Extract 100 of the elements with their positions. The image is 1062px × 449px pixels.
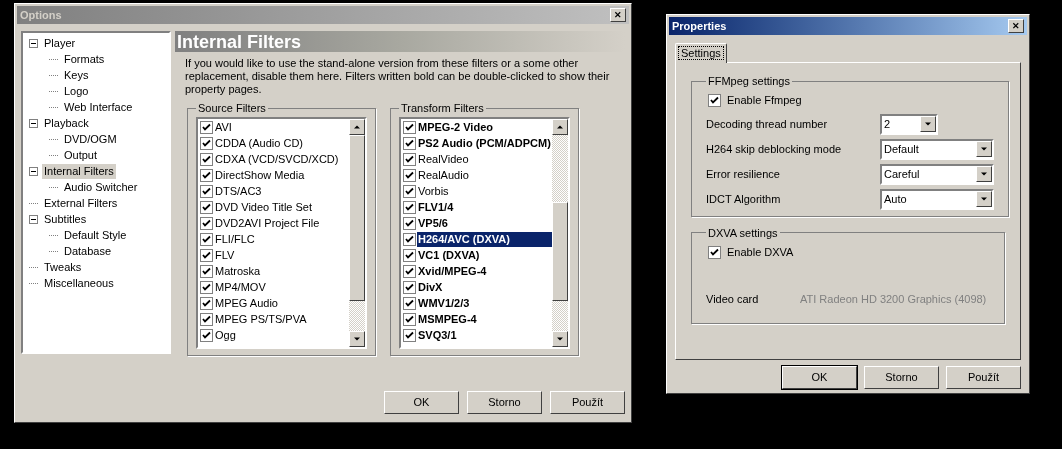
tree-item[interactable]: Playback: [42, 115, 91, 131]
filter-item[interactable]: DirectShow Media: [214, 168, 349, 183]
checkbox[interactable]: [200, 153, 213, 166]
filter-item[interactable]: RealVideo: [417, 152, 552, 167]
tree-item[interactable]: Tweaks: [42, 259, 84, 275]
up-arrow-icon: [556, 123, 564, 130]
dropdown-value: Careful: [883, 166, 921, 182]
dialog-button[interactable]: Storno: [864, 366, 939, 389]
checkbox[interactable]: [403, 249, 416, 262]
scrollbar-thumb[interactable]: [552, 202, 568, 302]
tree-item[interactable]: Subtitles: [42, 211, 89, 227]
checkbox[interactable]: [403, 201, 416, 214]
dropdown-button[interactable]: [976, 141, 992, 157]
filter-item[interactable]: H264/AVC (DXVA): [417, 232, 552, 247]
filter-item[interactable]: MPEG PS/TS/PVA: [214, 312, 349, 327]
dialog-button[interactable]: Storno: [467, 391, 542, 414]
filter-item[interactable]: Vorbis: [417, 184, 552, 199]
filter-item[interactable]: FLV1/4: [417, 200, 552, 215]
tree-item[interactable]: Audio Switcher: [62, 179, 140, 195]
filter-item[interactable]: VP5/6: [417, 216, 552, 231]
filter-item[interactable]: DTS/AC3: [214, 184, 349, 199]
tree-item[interactable]: Default Style: [62, 227, 129, 243]
checkbox[interactable]: [200, 297, 213, 310]
checkbox[interactable]: [200, 121, 213, 134]
dropdown-button[interactable]: [920, 116, 936, 132]
dialog-button[interactable]: Použít: [946, 366, 1021, 389]
tree-item[interactable]: External Filters: [42, 195, 120, 211]
filter-item[interactable]: VC1 (DXVA): [417, 248, 552, 263]
filter-item[interactable]: CDDA (Audio CD): [214, 136, 349, 151]
tree-item[interactable]: Internal Filters: [42, 163, 116, 179]
filter-item[interactable]: AVI: [214, 120, 349, 135]
checkbox[interactable]: [200, 185, 213, 198]
checkbox[interactable]: [200, 201, 213, 214]
checkbox[interactable]: [200, 217, 213, 230]
checkbox[interactable]: [708, 245, 721, 259]
dropdown-button[interactable]: [976, 191, 992, 207]
filter-item[interactable]: MPEG-2 Video: [417, 120, 552, 135]
checkbox[interactable]: [403, 185, 416, 198]
checkbox[interactable]: [200, 313, 213, 326]
tree-item[interactable]: Logo: [62, 83, 91, 99]
scroll-up-button[interactable]: [349, 118, 365, 135]
checkbox[interactable]: [200, 249, 213, 262]
checkbox[interactable]: [403, 217, 416, 230]
filter-item[interactable]: RealAudio: [417, 168, 552, 183]
filter-item[interactable]: Xvid/MPEG-4: [417, 264, 552, 279]
dropdown-field[interactable]: Auto: [880, 188, 994, 210]
tree-item[interactable]: Miscellaneous: [42, 275, 116, 291]
close-button[interactable]: ✕: [1008, 19, 1024, 33]
checkbox[interactable]: [403, 297, 416, 310]
checkbox[interactable]: [403, 313, 416, 326]
filter-item[interactable]: MPEG Audio: [214, 296, 349, 311]
tree-item[interactable]: Web Interface: [62, 99, 135, 115]
dropdown-button[interactable]: [976, 166, 992, 182]
dropdown-field[interactable]: 2: [880, 113, 938, 135]
tree-item[interactable]: Formats: [62, 51, 107, 67]
checkbox[interactable]: [403, 265, 416, 278]
tree-item[interactable]: Output: [62, 147, 100, 163]
checkbox[interactable]: [403, 121, 416, 134]
dialog-button[interactable]: OK: [384, 391, 459, 414]
checkbox[interactable]: [403, 233, 416, 246]
tree-item[interactable]: Database: [62, 243, 114, 259]
checkbox[interactable]: [708, 94, 721, 107]
filter-item[interactable]: MP4/MOV: [214, 280, 349, 295]
close-button[interactable]: ✕: [610, 8, 626, 22]
checkbox[interactable]: [200, 329, 213, 342]
filter-item[interactable]: DVD2AVI Project File: [214, 216, 349, 231]
dropdown-field[interactable]: Default: [880, 138, 994, 160]
filter-item[interactable]: MSMPEG-4: [417, 312, 552, 327]
checkbox[interactable]: [200, 169, 213, 182]
collapse-icon[interactable]: [29, 118, 38, 128]
checkbox[interactable]: [200, 137, 213, 150]
checkbox[interactable]: [403, 153, 416, 166]
filter-item[interactable]: FLI/FLC: [214, 232, 349, 247]
tree-item[interactable]: Player: [42, 35, 78, 51]
filter-item[interactable]: PS2 Audio (PCM/ADPCM): [417, 136, 552, 151]
filter-item[interactable]: WMV1/2/3: [417, 296, 552, 311]
filter-item[interactable]: DivX: [417, 280, 552, 295]
filter-item[interactable]: Matroska: [214, 264, 349, 279]
scroll-up-button[interactable]: [552, 118, 568, 135]
checkbox[interactable]: [403, 169, 416, 182]
checkbox[interactable]: [403, 281, 416, 294]
filter-item[interactable]: FLV: [214, 248, 349, 263]
checkbox[interactable]: [200, 265, 213, 278]
checkbox[interactable]: [403, 329, 416, 342]
tree-item[interactable]: Keys: [62, 67, 91, 83]
checkbox[interactable]: [403, 137, 416, 150]
tree-item[interactable]: DVD/OGM: [62, 131, 119, 147]
dialog-button[interactable]: OK: [782, 366, 857, 389]
filter-item[interactable]: SVQ3/1: [417, 328, 552, 343]
filter-item[interactable]: DVD Video Title Set: [214, 200, 349, 215]
checkbox[interactable]: [200, 233, 213, 246]
collapse-icon[interactable]: [29, 38, 38, 48]
filter-item[interactable]: CDXA (VCD/SVCD/XCD): [214, 152, 349, 167]
checkbox[interactable]: [200, 281, 213, 294]
collapse-icon[interactable]: [29, 214, 38, 224]
tab[interactable]: Settings: [675, 43, 727, 63]
filter-item[interactable]: Ogg: [214, 328, 349, 343]
collapse-icon[interactable]: [29, 166, 38, 176]
dropdown-field[interactable]: Careful: [880, 163, 994, 185]
dialog-button[interactable]: Použít: [550, 391, 625, 414]
